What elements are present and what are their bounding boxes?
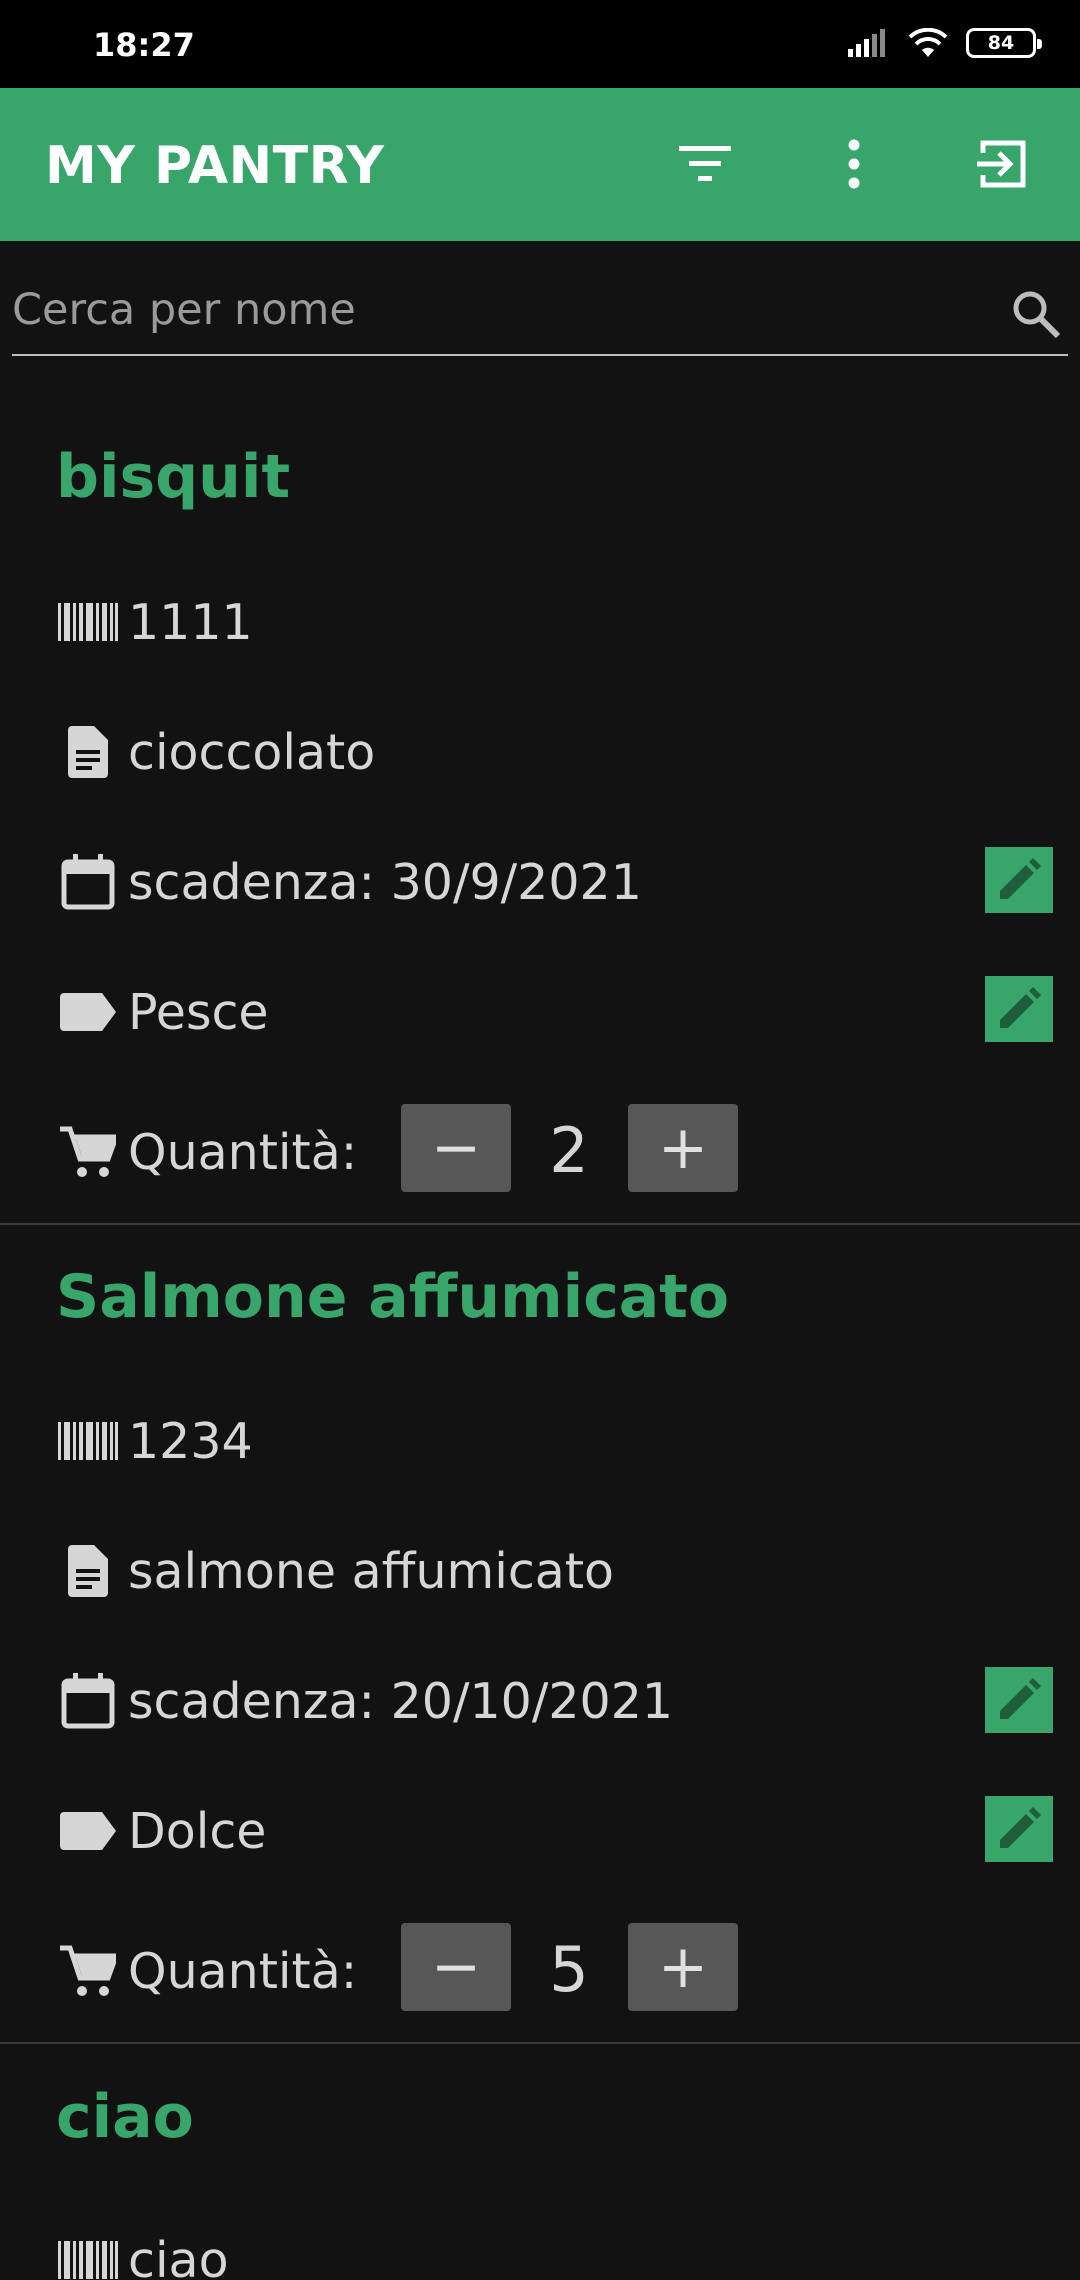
- product-name: bisquit: [56, 442, 291, 512]
- filter-icon: [679, 146, 731, 181]
- edit-category-button[interactable]: [985, 1796, 1053, 1862]
- increase-quantity-button[interactable]: +: [628, 1104, 738, 1192]
- product-name: Salmone affumicato: [56, 1262, 730, 1332]
- filter-button[interactable]: [669, 128, 741, 200]
- battery-level: 84: [987, 32, 1015, 54]
- calendar-icon: [56, 850, 120, 914]
- app-title: MY PANTRY: [45, 136, 385, 196]
- barcode-row: 1234: [56, 1401, 253, 1481]
- quantity-row: Quantità:: [56, 1931, 357, 2011]
- quantity-value: 2: [549, 1114, 589, 1187]
- barcode-icon: [56, 2228, 120, 2280]
- label-icon: [56, 980, 120, 1044]
- product-name: ciao: [56, 2082, 194, 2152]
- quantity-label: Quantità:: [128, 1942, 358, 2000]
- signal-icon: [848, 29, 885, 57]
- minus-icon: −: [430, 1932, 482, 2002]
- divider: [0, 1223, 1080, 1225]
- wifi-icon: [908, 28, 948, 57]
- edit-expiry-button[interactable]: [985, 1667, 1053, 1733]
- minus-icon: −: [430, 1113, 482, 1183]
- description-row: cioccolato: [56, 712, 375, 792]
- description-value: cioccolato: [128, 723, 376, 781]
- barcode-row: ciao: [56, 2220, 229, 2280]
- barcode-value: 1234: [128, 1412, 253, 1470]
- plus-icon: +: [657, 1113, 709, 1183]
- more-vert-icon: [848, 139, 860, 189]
- battery-icon: 84: [966, 28, 1042, 58]
- description-row: salmone affumicato: [56, 1531, 614, 1611]
- search-bar: [12, 270, 1068, 356]
- divider: [0, 2042, 1080, 2044]
- edit-icon: [1000, 858, 1041, 899]
- quantity-label: Quantità:: [128, 1123, 358, 1181]
- barcode-icon: [56, 1409, 120, 1473]
- exit-icon: [977, 140, 1026, 188]
- status-time: 18:27: [93, 26, 195, 64]
- barcode-icon: [56, 590, 120, 654]
- edit-icon: [1000, 1678, 1041, 1719]
- calendar-icon: [56, 1669, 120, 1733]
- edit-icon: [1000, 1807, 1041, 1848]
- cart-icon: [56, 1120, 120, 1184]
- status-icons: 84: [848, 28, 1042, 58]
- expiry-value: scadenza: 20/10/2021: [128, 1672, 674, 1730]
- app-bar: MY PANTRY: [0, 88, 1080, 241]
- edit-icon: [1000, 987, 1041, 1028]
- edit-expiry-button[interactable]: [985, 847, 1053, 913]
- more-options-button[interactable]: [818, 128, 890, 200]
- expiry-value: scadenza: 30/9/2021: [128, 853, 642, 911]
- edit-category-button[interactable]: [985, 976, 1053, 1042]
- category-row: Pesce: [56, 972, 269, 1052]
- barcode-value: 1111: [128, 593, 253, 651]
- decrease-quantity-button[interactable]: −: [401, 1923, 511, 2011]
- category-row: Dolce: [56, 1791, 266, 1871]
- document-icon: [56, 720, 120, 784]
- decrease-quantity-button[interactable]: −: [401, 1104, 511, 1192]
- status-bar: 18:27 84: [0, 0, 1080, 88]
- search-input[interactable]: [12, 280, 992, 340]
- quantity-value: 5: [549, 1933, 589, 2006]
- expiry-row: scadenza: 20/10/2021: [56, 1661, 673, 1741]
- barcode-value: ciao: [128, 2231, 229, 2280]
- document-icon: [56, 1539, 120, 1603]
- increase-quantity-button[interactable]: +: [628, 1923, 738, 2011]
- cart-icon: [56, 1939, 120, 2003]
- label-icon: [56, 1799, 120, 1863]
- plus-icon: +: [657, 1932, 709, 2002]
- logout-button[interactable]: [966, 128, 1038, 200]
- category-value: Dolce: [128, 1802, 267, 1860]
- expiry-row: scadenza: 30/9/2021: [56, 842, 642, 922]
- search-icon[interactable]: [1010, 288, 1062, 340]
- description-value: salmone affumicato: [128, 1542, 615, 1600]
- quantity-row: Quantità:: [56, 1112, 357, 1192]
- barcode-row: 1111: [56, 582, 253, 662]
- category-value: Pesce: [128, 983, 269, 1041]
